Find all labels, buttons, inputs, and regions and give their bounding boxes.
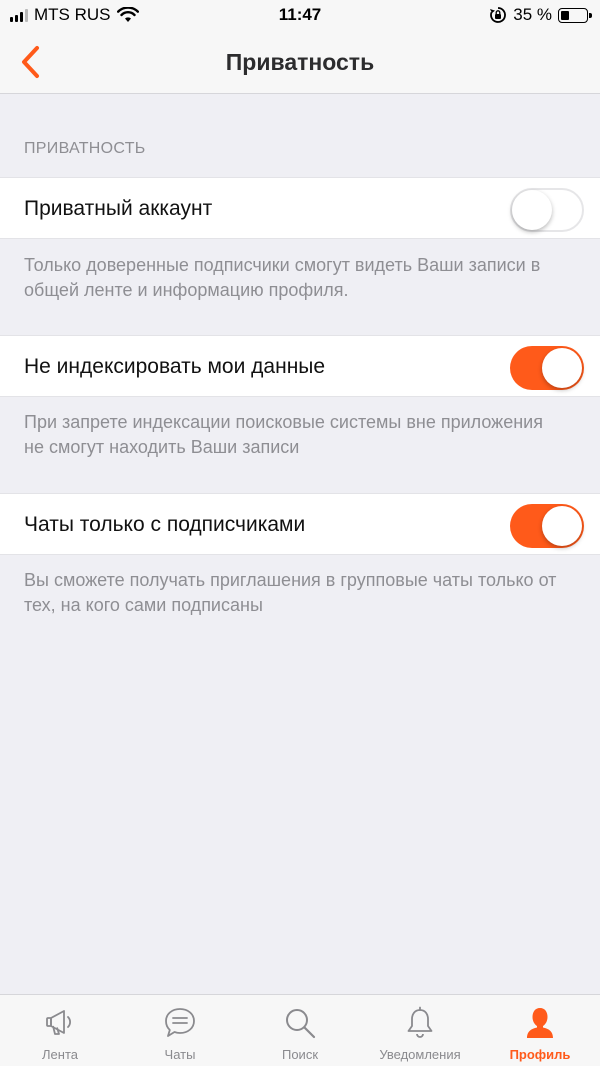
setting-label: Приватный аккаунт [24, 197, 213, 220]
tab-label: Уведомления [379, 1047, 461, 1062]
setting-label: Не индексировать мои данные [24, 355, 326, 378]
battery-percent: 35 % [513, 5, 552, 24]
navigation-bar: Приватность [0, 32, 600, 94]
tab-label: Лента [42, 1047, 78, 1062]
setting-footnote: Вы сможете получать приглашения в группо… [24, 570, 557, 615]
tab-label: Чаты [164, 1047, 196, 1062]
tab-label: Поиск [281, 1047, 319, 1062]
tab-profile[interactable]: Профиль [480, 995, 600, 1066]
megaphone-icon [46, 1010, 71, 1035]
search-icon [286, 1009, 316, 1039]
tab-notifications[interactable]: Уведомления [360, 995, 480, 1066]
battery-icon [558, 7, 592, 23]
page-title: Приватность [225, 49, 375, 75]
tab-chats[interactable]: Чаты [120, 995, 240, 1066]
setting-row-no-indexing: Не индексировать мои данные [0, 335, 600, 397]
status-right: 35 % [489, 5, 592, 25]
setting-footnote: Только доверенные подписчики смогут виде… [24, 255, 541, 300]
setting-row-private-account: Приватный аккаунт [0, 177, 600, 239]
setting-label: Чаты только с подписчиками [24, 513, 306, 536]
status-bar: MTS RUS 11:47 35 % [0, 0, 600, 32]
privacy-screen: MTS RUS 11:47 35 % Приватность ПРИВАТНОС… [0, 0, 600, 1066]
bell-icon [407, 1006, 433, 1038]
chat-bubble-icon [165, 1008, 195, 1037]
tab-search[interactable]: Поиск [240, 995, 360, 1066]
setting-footnote: При запрете индексации поисковые системы… [24, 412, 543, 457]
chats-followers-only-toggle[interactable] [510, 504, 584, 548]
setting-row-chats-followers-only: Чаты только с подписчиками [0, 493, 600, 555]
rotation-lock-icon [490, 7, 507, 23]
profile-icon [527, 1008, 553, 1038]
toggle-knob [542, 348, 582, 388]
tab-bar: Лента Чаты Поиск Уведомления Профиль [0, 994, 600, 1066]
battery-fill [561, 10, 569, 20]
tab-feed[interactable]: Лента [0, 995, 120, 1066]
toggle-knob [542, 506, 582, 546]
toggle-knob [512, 190, 552, 230]
no-indexing-toggle[interactable] [510, 346, 584, 390]
section-header: ПРИВАТНОСТЬ [24, 140, 146, 157]
private-account-toggle[interactable] [510, 188, 584, 232]
tab-label: Профиль [509, 1047, 571, 1062]
